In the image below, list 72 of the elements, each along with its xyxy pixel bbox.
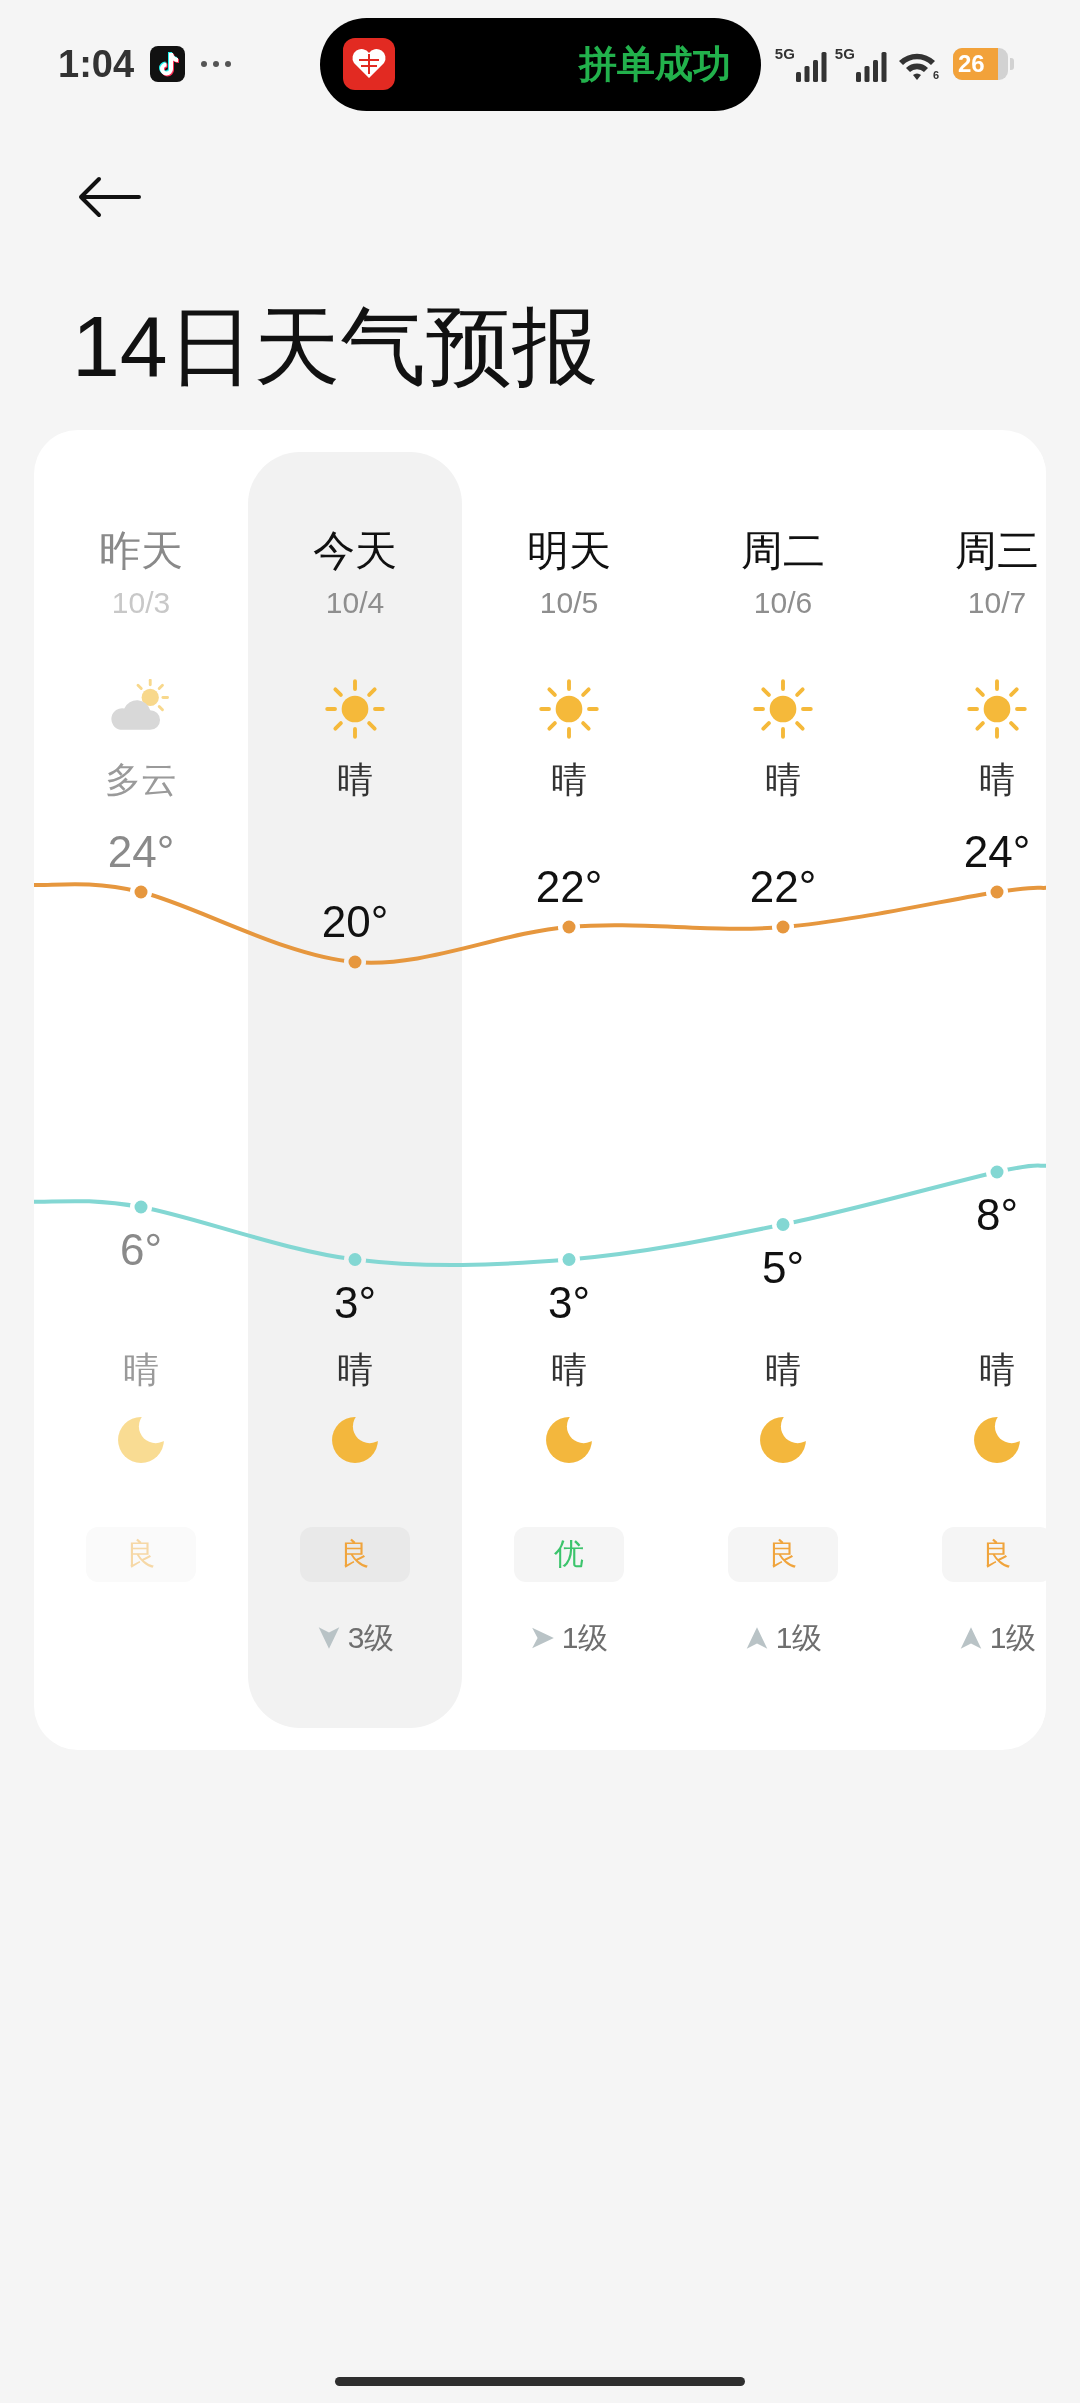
air-quality-badge: 优 [514,1527,624,1582]
notification-text: 拼单成功 [578,42,731,86]
back-arrow-icon [77,176,141,218]
crescent-moon-icon [545,1417,593,1463]
day-weather-condition: 晴 [337,758,373,802]
temperature-label: 22° [535,862,603,911]
temperature-label: 24° [107,827,175,876]
heart-app-icon [342,38,395,90]
date-label: 10/4 [325,585,385,621]
signal-icon [795,52,827,82]
wind-level: 1级 [989,1620,1037,1656]
temperature-label: 3° [547,1277,591,1327]
temperature-dot [134,1200,148,1214]
signal-icon [855,52,887,82]
network-type-label: 5G [774,46,795,62]
temperature-dot [348,1253,362,1266]
notification-pill[interactable]: 拼单成功 [319,17,761,111]
day-name: 昨天 [99,526,183,576]
temperature-dot [776,1218,790,1231]
wind-level: 3级 [347,1620,395,1656]
more-icon [201,61,232,67]
day-name: 明天 [527,526,611,576]
night-weather-condition: 晴 [765,1348,801,1392]
date-label: 10/6 [753,585,813,621]
air-quality-badge: 良 [300,1527,410,1582]
day-name: 周二 [741,526,825,576]
day-name: 周三 [955,526,1039,576]
wind-level: 1级 [561,1620,609,1656]
crescent-moon-icon [331,1417,379,1463]
temperature-dot [776,920,790,934]
status-time: 1:04 [58,42,135,86]
sun-icon [539,679,599,739]
temperature-dot [134,885,148,899]
night-weather-condition: 晴 [337,1348,373,1392]
crescent-moon-icon [759,1417,807,1463]
date-label: 10/7 [967,585,1027,621]
date-label: 10/5 [539,585,599,621]
day-weather-condition: 晴 [551,758,587,802]
music-note-app-icon [150,46,186,82]
night-weather-condition: 晴 [123,1348,159,1392]
crescent-moon-icon [117,1417,165,1463]
temperature-dot [348,955,362,969]
wind-level: 1级 [775,1620,823,1656]
temperature-dot [562,1253,576,1266]
day-weather-condition: 晴 [979,758,1015,802]
temperature-dot [562,920,576,934]
air-quality-badge: 良 [86,1527,196,1582]
wifi-standard-label: 6 [932,69,939,81]
network-type-label: 5G [834,46,855,62]
day-weather-condition: 多云 [105,758,177,802]
temperature-label: 24° [963,827,1031,876]
sun-icon [753,679,813,739]
sun-icon [325,679,385,739]
temperature-label: 22° [749,862,817,911]
day-weather-condition: 晴 [765,758,801,802]
temperature-label: 6° [119,1225,163,1274]
night-weather-condition: 晴 [551,1348,587,1392]
back-button[interactable] [77,176,141,218]
night-weather-condition: 晴 [979,1348,1015,1392]
temperature-label: 20° [321,897,389,946]
crescent-moon-icon [973,1417,1021,1463]
air-quality-badge: 良 [728,1527,838,1582]
day-name: 今天 [313,526,397,576]
sun-icon [967,679,1027,739]
temperature-dot [990,1165,1004,1179]
temperature-label: 5° [761,1242,805,1292]
temperature-dot [990,885,1004,899]
battery-level-text: 26 [958,50,985,78]
page-title: 14日天气预报 [72,297,598,396]
temperature-label: 8° [975,1190,1019,1239]
air-quality-badge: 良 [942,1527,1046,1582]
temperature-label: 3° [333,1277,377,1327]
